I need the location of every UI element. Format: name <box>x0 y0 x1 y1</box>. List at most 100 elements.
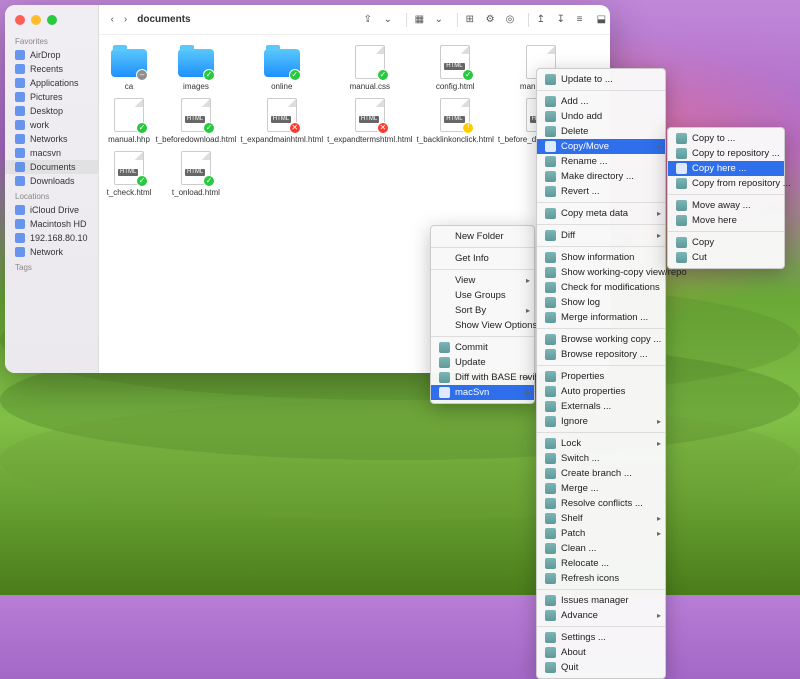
menu-item-move-here[interactable]: Move here <box>668 213 784 228</box>
menu-item-show-working-copy-view-repo[interactable]: Show working-copy view/repo <box>537 265 665 280</box>
menu-item-copy[interactable]: Copy <box>668 235 784 250</box>
menu-item-label: Make directory ... <box>561 171 634 182</box>
sidebar-item-recents[interactable]: Recents <box>5 62 98 76</box>
menu-item-copy-move[interactable]: Copy/Move <box>537 139 665 154</box>
menu-item-clean[interactable]: Clean ... <box>537 541 665 556</box>
menu-item-copy-to-repository[interactable]: Copy to repository ... <box>668 146 784 161</box>
menu-item-quit[interactable]: Quit <box>537 660 665 675</box>
menu-item-externals[interactable]: Externals ... <box>537 399 665 414</box>
menu-divider <box>537 246 665 247</box>
menu-item-cut[interactable]: Cut <box>668 250 784 265</box>
menu-item-merge-information[interactable]: Merge information ... <box>537 310 665 325</box>
menu-item-browse-repository[interactable]: Browse repository ... <box>537 347 665 362</box>
sidebar-item-network[interactable]: Network <box>5 245 98 259</box>
menu-item-issues-manager[interactable]: Issues manager <box>537 593 665 608</box>
menu-item-browse-working-copy[interactable]: Browse working copy ... <box>537 332 665 347</box>
view-dropdown[interactable]: ⌄ <box>435 14 449 26</box>
menu-item-auto-properties[interactable]: Auto properties <box>537 384 665 399</box>
menu-item-resolve-conflicts[interactable]: Resolve conflicts ... <box>537 496 665 511</box>
file-item[interactable]: HTML✓t_beforedownload.html <box>155 98 236 145</box>
menu-item-merge[interactable]: Merge ... <box>537 481 665 496</box>
menu-item-move-away[interactable]: Move away ... <box>668 198 784 213</box>
menu-item-switch[interactable]: Switch ... <box>537 451 665 466</box>
menu-item-copy-from-repository[interactable]: Copy from repository ... <box>668 176 784 191</box>
group-icon[interactable]: ⊞ <box>466 14 480 26</box>
menu-item-copy-to[interactable]: Copy to ... <box>668 131 784 146</box>
tags-icon[interactable]: ⌄ <box>384 14 398 26</box>
sidebar-item-macsvn[interactable]: macsvn <box>5 146 98 160</box>
menu-item-create-branch[interactable]: Create branch ... <box>537 466 665 481</box>
globe-icon <box>15 247 25 257</box>
menu-item-sort-by[interactable]: Sort By <box>431 303 534 318</box>
commit-icon[interactable]: ↥ <box>537 14 551 26</box>
menu-item-show-log[interactable]: Show log <box>537 295 665 310</box>
diff-icon[interactable]: ⬓ <box>597 14 610 26</box>
sidebar-item-work[interactable]: work <box>5 118 98 132</box>
eye-icon[interactable]: ◎ <box>506 14 520 26</box>
share-icon[interactable]: ⇪ <box>364 14 378 26</box>
menu-item-advance[interactable]: Advance <box>537 608 665 623</box>
menu-item-use-groups[interactable]: Use Groups <box>431 288 534 303</box>
props-icon <box>545 371 556 382</box>
menu-item-relocate[interactable]: Relocate ... <box>537 556 665 571</box>
menu-item-copy-here[interactable]: Copy here ... <box>668 161 784 176</box>
sidebar-item-192.168.80.10[interactable]: 192.168.80.10 <box>5 231 98 245</box>
menu-item-check-for-modifications[interactable]: Check for modifications <box>537 280 665 295</box>
sidebar-item-downloads[interactable]: Downloads <box>5 174 98 188</box>
menu-item-lock[interactable]: Lock <box>537 436 665 451</box>
sidebar-item-airdrop[interactable]: AirDrop <box>5 48 98 62</box>
file-item[interactable]: ✓online <box>240 45 323 92</box>
menu-item-new-folder[interactable]: New Folder <box>431 229 534 244</box>
sidebar-item-pictures[interactable]: Pictures <box>5 90 98 104</box>
menu-item-add[interactable]: Add ... <box>537 94 665 109</box>
menu-item-commit[interactable]: Commit <box>431 340 534 355</box>
menu-item-ignore[interactable]: Ignore <box>537 414 665 429</box>
file-item[interactable]: –ca <box>107 45 152 92</box>
file-item[interactable]: HTML✓config.html <box>417 45 494 92</box>
sidebar-item-macintosh-hd[interactable]: Macintosh HD <box>5 217 98 231</box>
menu-item-shelf[interactable]: Shelf <box>537 511 665 526</box>
menu-item-view[interactable]: View <box>431 273 534 288</box>
menu-item-update[interactable]: Update <box>431 355 534 370</box>
file-item[interactable]: HTML✕t_expandtermshtml.html <box>327 98 412 145</box>
action-icon[interactable]: ⚙ <box>486 14 500 26</box>
menu-item-show-information[interactable]: Show information <box>537 250 665 265</box>
minimize-button[interactable] <box>31 15 41 25</box>
menu-item-make-directory[interactable]: Make directory ... <box>537 169 665 184</box>
file-item[interactable]: ✓images <box>155 45 236 92</box>
sidebar-item-desktop[interactable]: Desktop <box>5 104 98 118</box>
menu-item-rename[interactable]: Rename ... <box>537 154 665 169</box>
menu-item-diff[interactable]: Diff <box>537 228 665 243</box>
zoom-button[interactable] <box>47 15 57 25</box>
view-icon-grid[interactable]: ▦ <box>415 14 429 26</box>
menu-item-about[interactable]: About <box>537 645 665 660</box>
file-item[interactable]: ✓manual.hhp <box>107 98 152 145</box>
file-item[interactable]: HTML✓t_onload.html <box>155 151 236 198</box>
menu-item-macsvn[interactable]: macSvn <box>431 385 534 400</box>
menu-item-patch[interactable]: Patch <box>537 526 665 541</box>
nav-forward[interactable]: › <box>120 12 131 27</box>
menu-item-revert[interactable]: Revert ... <box>537 184 665 199</box>
nav-back[interactable]: ‹ <box>107 12 118 27</box>
file-item[interactable]: HTML!t_backlinkonclick.html <box>417 98 494 145</box>
file-item[interactable]: HTML✕t_expandmainhtml.html <box>240 98 323 145</box>
menu-item-refresh-icons[interactable]: Refresh icons <box>537 571 665 586</box>
sidebar-item-networks[interactable]: Networks <box>5 132 98 146</box>
update-icon[interactable]: ↧ <box>557 14 571 26</box>
file-item[interactable]: HTML✓t_check.html <box>107 151 152 198</box>
menu-item-copy-meta-data[interactable]: Copy meta data <box>537 206 665 221</box>
menu-item-get-info[interactable]: Get Info <box>431 251 534 266</box>
menu-item-update-to[interactable]: Update to ... <box>537 72 665 87</box>
menu-item-delete[interactable]: Delete <box>537 124 665 139</box>
menu-item-diff-with-base-revision[interactable]: Diff with BASE revision <box>431 370 534 385</box>
menu-item-show-view-options[interactable]: Show View Options <box>431 318 534 333</box>
menu-item-settings[interactable]: Settings ... <box>537 630 665 645</box>
log-icon[interactable]: ≡ <box>577 14 591 26</box>
sidebar-item-applications[interactable]: Applications <box>5 76 98 90</box>
file-item[interactable]: ✓manual.css <box>327 45 412 92</box>
close-button[interactable] <box>15 15 25 25</box>
menu-item-undo-add[interactable]: Undo add <box>537 109 665 124</box>
menu-item-properties[interactable]: Properties <box>537 369 665 384</box>
sidebar-item-documents[interactable]: Documents <box>5 160 98 174</box>
sidebar-item-icloud-drive[interactable]: iCloud Drive <box>5 203 98 217</box>
